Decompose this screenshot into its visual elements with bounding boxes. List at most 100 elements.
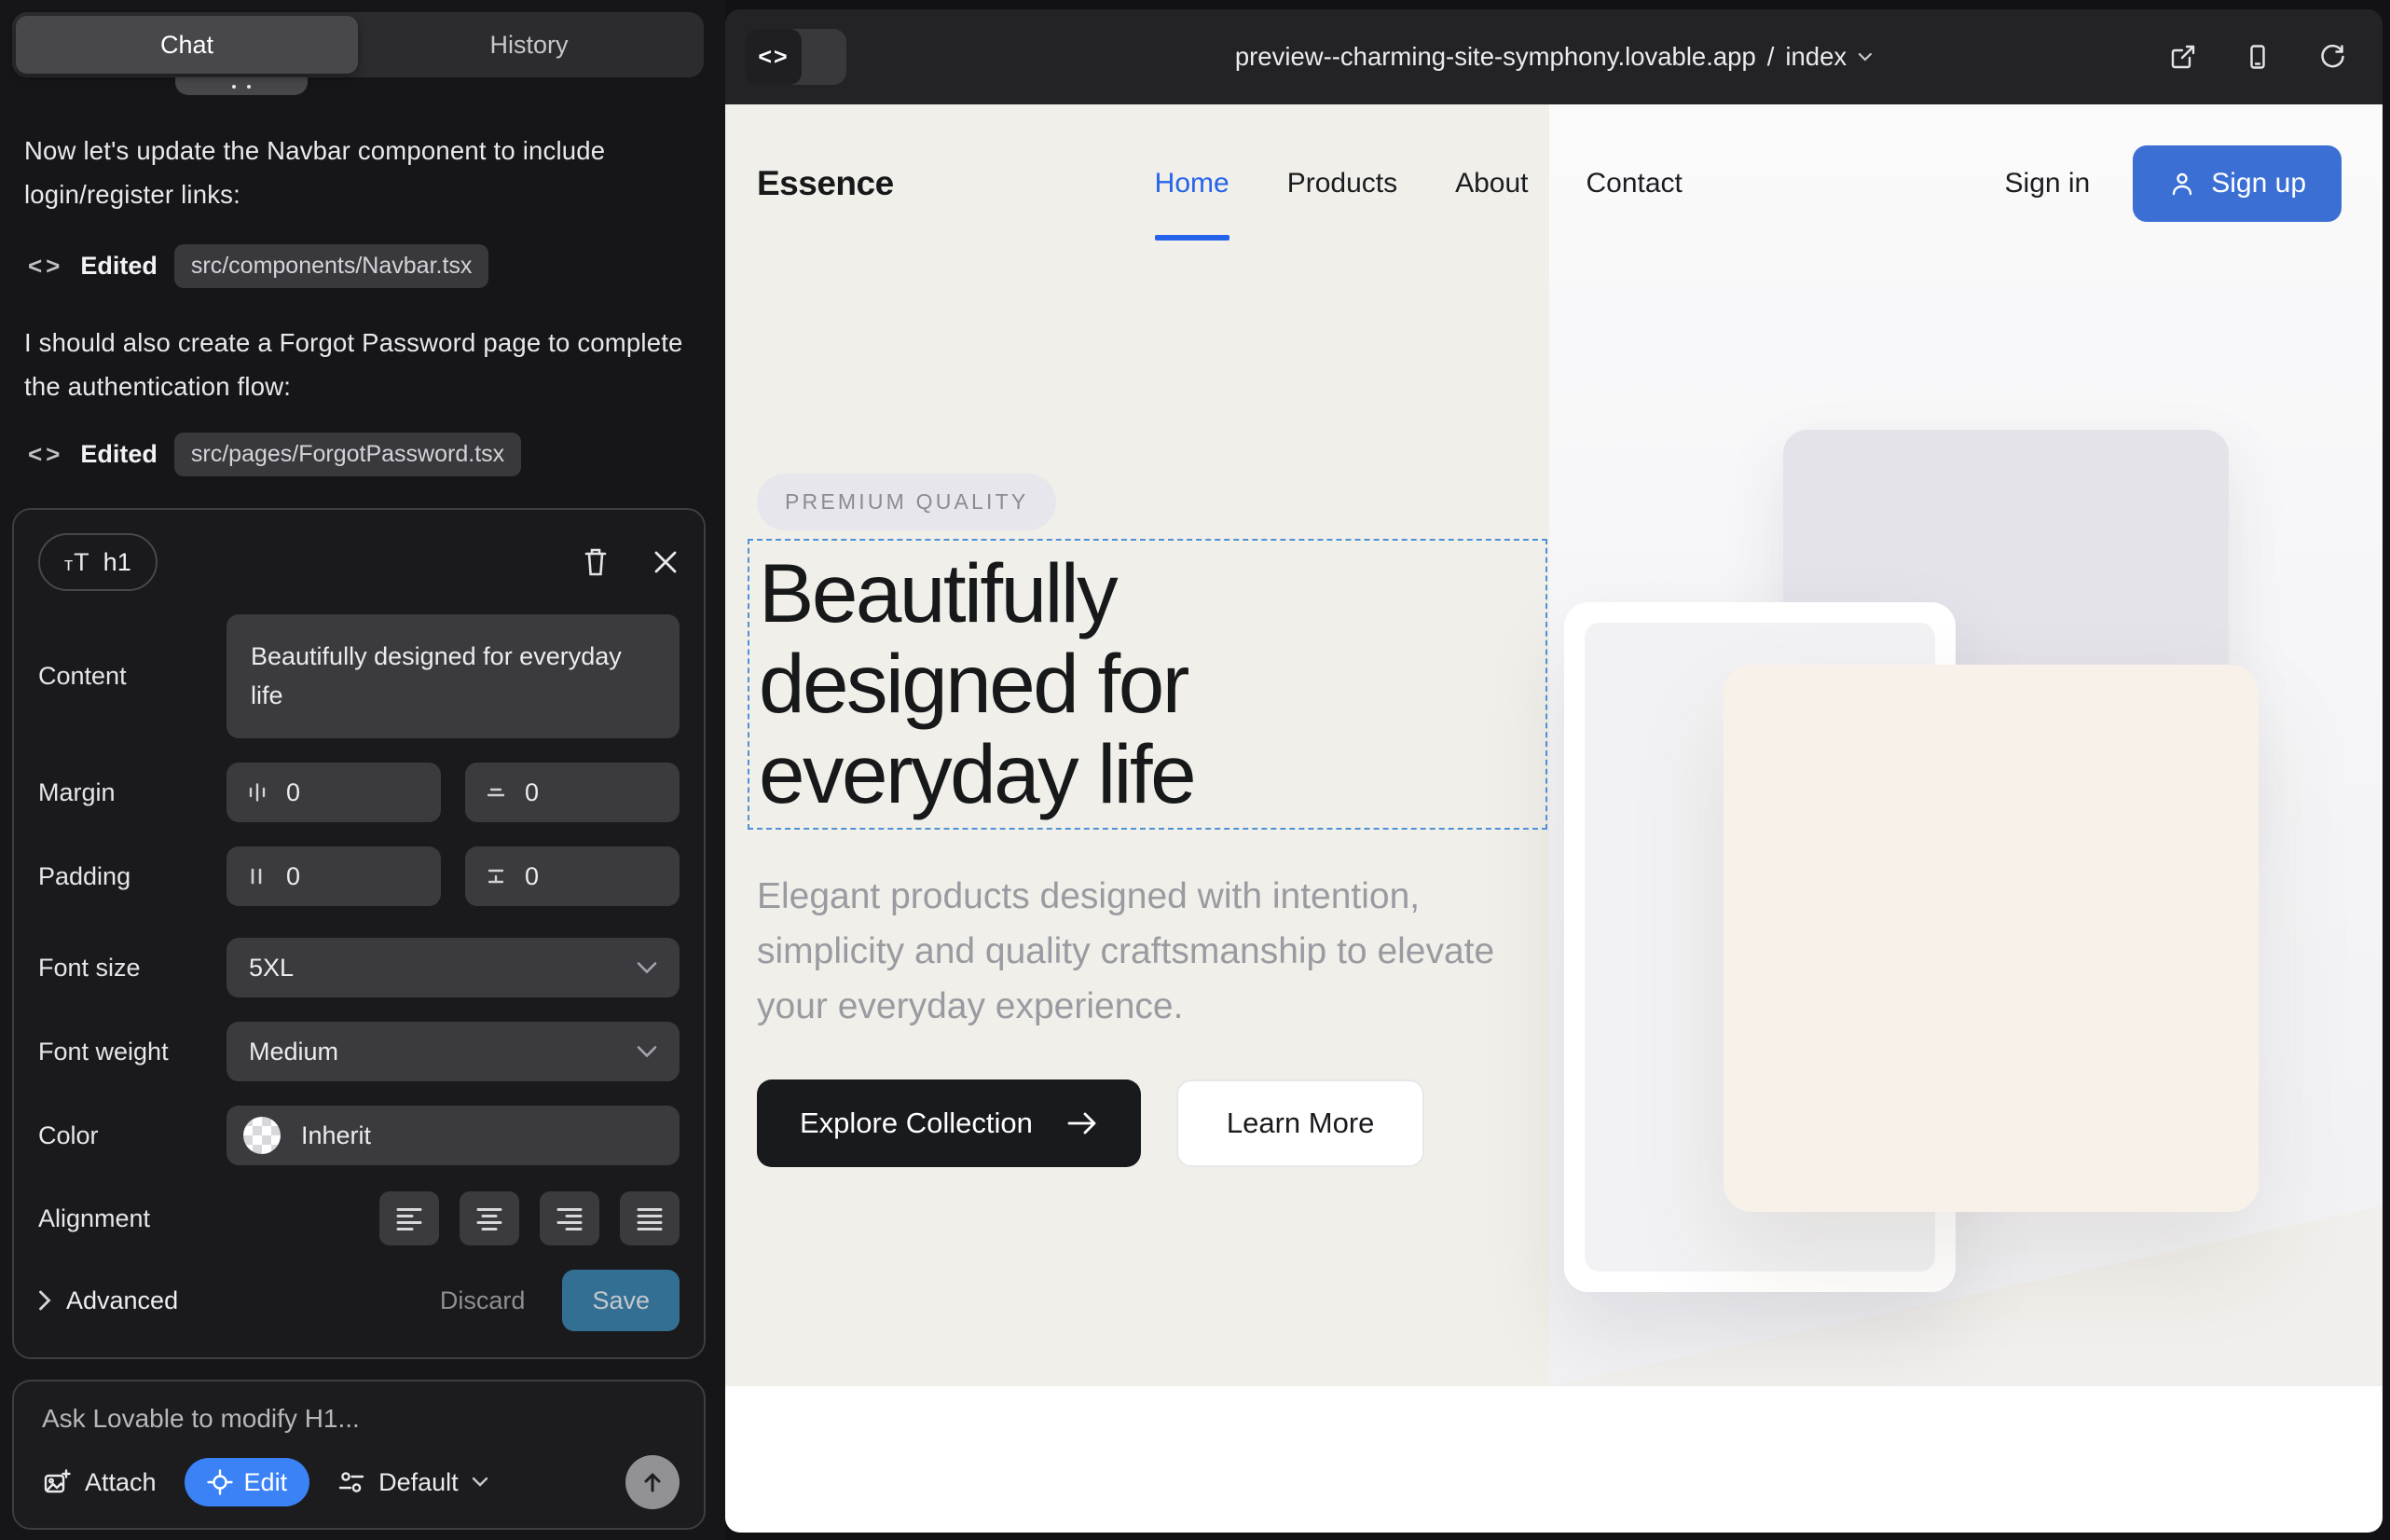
margin-vertical-input[interactable]: 0	[465, 763, 680, 822]
delete-element-button[interactable]	[581, 546, 611, 578]
nav-link-about[interactable]: About	[1455, 168, 1528, 199]
chevron-down-icon	[1858, 52, 1873, 62]
selected-element-tag[interactable]: тT h1	[38, 533, 158, 591]
hero-cta-group: Explore Collection Learn More	[757, 1079, 1424, 1167]
tab-history[interactable]: History	[358, 16, 700, 74]
preview-toolbar: <> preview--charming-site-symphony.lovab…	[725, 9, 2383, 104]
font-size-label: Font size	[38, 954, 227, 983]
edited-file-row[interactable]: <> Edited src/components/Navbar.tsx	[28, 244, 488, 288]
user-icon	[2168, 170, 2196, 198]
learn-more-button[interactable]: Learn More	[1176, 1079, 1425, 1167]
h1-selection-outline[interactable]: Beautifully designed for everyday life	[748, 539, 1547, 830]
site-logo[interactable]: Essence	[757, 164, 894, 203]
sign-in-button[interactable]: Sign in	[2005, 168, 2091, 199]
chat-composer[interactable]: Ask Lovable to modify H1... Attach Edit …	[12, 1380, 706, 1530]
font-weight-select[interactable]: Medium	[227, 1022, 680, 1081]
arrow-right-icon	[1066, 1111, 1098, 1135]
align-right-button[interactable]	[540, 1191, 599, 1245]
nav-link-home[interactable]: Home	[1155, 168, 1229, 199]
advanced-toggle[interactable]: Advanced	[38, 1286, 178, 1315]
nav-auth-group: Sign in Sign up	[2005, 145, 2342, 222]
align-left-button[interactable]	[379, 1191, 439, 1245]
url-page: index	[1785, 42, 1847, 72]
font-weight-label: Font weight	[38, 1038, 227, 1066]
save-button[interactable]: Save	[562, 1270, 680, 1331]
padding-vertical-icon	[484, 864, 508, 888]
align-justify-button[interactable]	[620, 1191, 680, 1245]
premium-quality-badge: PREMIUM QUALITY	[757, 474, 1056, 530]
color-picker[interactable]: Inherit	[227, 1106, 680, 1165]
margin-horizontal-input[interactable]: 0	[227, 763, 441, 822]
code-icon: <>	[746, 29, 802, 85]
hero-description: Elegant products designed with intention…	[757, 869, 1549, 1034]
code-icon: <>	[28, 440, 63, 469]
sign-up-button[interactable]: Sign up	[2133, 145, 2342, 222]
edited-file-chip[interactable]: src/components/Navbar.tsx	[174, 244, 489, 288]
chat-message: I should also create a Forgot Password p…	[24, 321, 692, 408]
code-preview-toggle[interactable]: <>	[746, 29, 846, 85]
content-label: Content	[38, 662, 227, 691]
edited-file-chip[interactable]: src/pages/ForgotPassword.tsx	[174, 433, 521, 476]
discard-button[interactable]: Discard	[440, 1286, 526, 1315]
nav-link-products[interactable]: Products	[1287, 168, 1397, 199]
send-button[interactable]	[625, 1455, 680, 1509]
nav-link-contact[interactable]: Contact	[1586, 168, 1683, 199]
align-left-icon	[394, 1205, 424, 1231]
site-navbar: Essence Home Products About Contact Sign…	[725, 104, 2383, 263]
tab-chat[interactable]: Chat	[16, 16, 358, 74]
nav-links: Home Products About Contact	[1155, 168, 1683, 199]
open-external-icon	[2168, 42, 2198, 72]
refresh-button[interactable]	[2317, 42, 2347, 72]
sliders-icon	[337, 1469, 365, 1495]
hero-decorative-card-cream	[1724, 665, 2259, 1212]
attach-button[interactable]: Attach	[42, 1467, 157, 1497]
preview-url[interactable]: preview--charming-site-symphony.lovable.…	[1235, 42, 1873, 72]
hero-heading[interactable]: Beautifully designed for everyday life	[759, 548, 1545, 819]
site-canvas: Essence Home Products About Contact Sign…	[725, 104, 2383, 1533]
code-icon: <>	[28, 252, 63, 281]
padding-horizontal-input[interactable]: 0	[227, 846, 441, 906]
edited-file-row[interactable]: <> Edited src/pages/ForgotPassword.tsx	[28, 433, 521, 476]
trash-icon	[581, 546, 611, 578]
chevron-down-icon	[637, 961, 657, 974]
explore-collection-button[interactable]: Explore Collection	[757, 1079, 1141, 1167]
padding-horizontal-icon	[245, 864, 269, 888]
padding-vertical-input[interactable]: 0	[465, 846, 680, 906]
composer-input[interactable]: Ask Lovable to modify H1...	[42, 1404, 680, 1434]
content-input[interactable]: Beautifully designed for everyday life	[227, 614, 680, 738]
color-swatch	[243, 1117, 281, 1154]
padding-label: Padding	[38, 862, 227, 891]
chevron-down-icon	[472, 1477, 488, 1488]
edit-action-label: Edited	[80, 440, 158, 469]
margin-label: Margin	[38, 778, 227, 807]
lovable-sidebar: Chat History Now let's update the Navbar…	[0, 0, 725, 1540]
align-center-button[interactable]	[460, 1191, 519, 1245]
font-size-select[interactable]: 5XL	[227, 938, 680, 997]
alignment-label: Alignment	[38, 1204, 227, 1233]
mode-select[interactable]: Default	[337, 1468, 488, 1497]
url-host: preview--charming-site-symphony.lovable.…	[1235, 42, 1756, 72]
refresh-icon	[2317, 42, 2347, 72]
hero-section: Essence Home Products About Contact Sign…	[725, 104, 2383, 1386]
open-external-button[interactable]	[2168, 42, 2198, 72]
close-editor-button[interactable]	[652, 548, 680, 576]
chat-message: Now let's update the Navbar component to…	[24, 129, 692, 216]
mobile-icon	[2243, 42, 2273, 72]
typography-icon: тT	[64, 548, 90, 577]
element-editor-panel: тT h1 Content Beautifully designed for e…	[12, 508, 706, 1359]
url-separator: /	[1767, 42, 1775, 72]
margin-vertical-icon	[484, 780, 508, 804]
chevron-down-icon	[637, 1045, 657, 1058]
close-icon	[652, 548, 680, 576]
margin-horizontal-icon	[245, 780, 269, 804]
mobile-view-button[interactable]	[2243, 42, 2273, 72]
align-justify-icon	[635, 1205, 665, 1231]
sidebar-tabbar: Chat History	[12, 12, 704, 77]
align-right-icon	[555, 1205, 584, 1231]
attach-image-icon	[42, 1467, 72, 1497]
edit-mode-button[interactable]: Edit	[185, 1458, 310, 1506]
edit-action-label: Edited	[80, 252, 158, 281]
preview-panel: <> preview--charming-site-symphony.lovab…	[725, 9, 2383, 1533]
align-center-icon	[474, 1205, 504, 1231]
target-icon	[207, 1469, 233, 1495]
